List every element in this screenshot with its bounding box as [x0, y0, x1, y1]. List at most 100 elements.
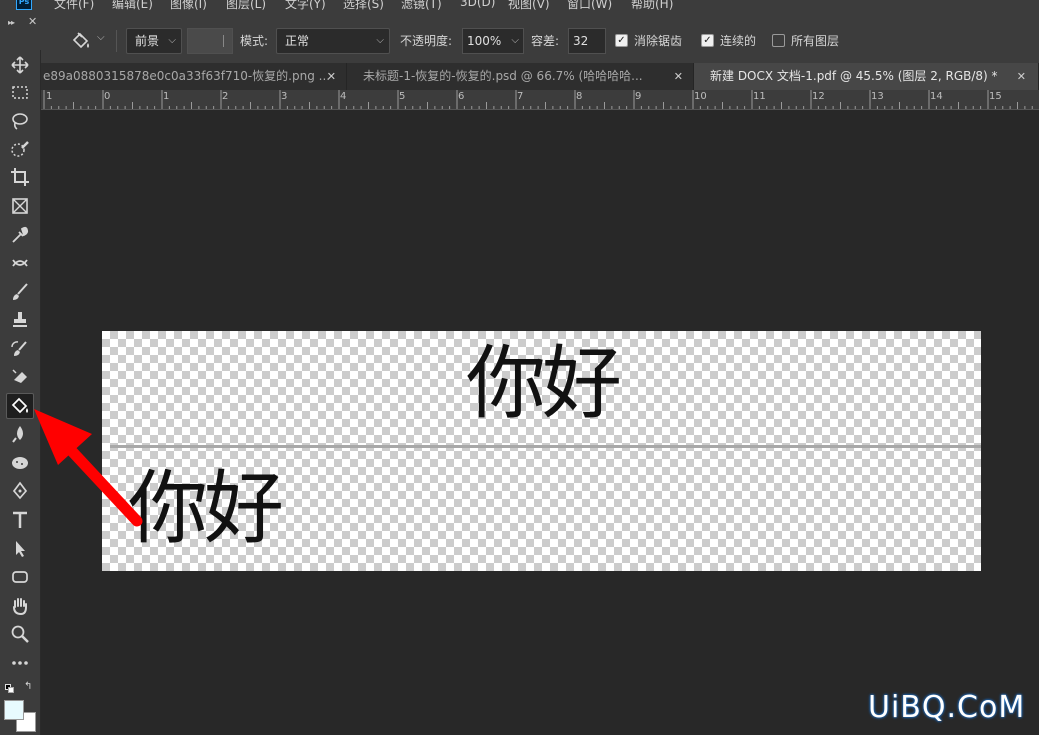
menu-layer[interactable]: 图层(L): [226, 0, 266, 12]
eraser-tool[interactable]: [6, 364, 34, 390]
menu-3d[interactable]: 3D(D): [460, 0, 495, 9]
menu-select[interactable]: 选择(S): [343, 0, 384, 12]
close-tab-icon[interactable]: ✕: [674, 63, 683, 90]
ruler-label: 8: [576, 91, 583, 102]
options-bar: ▸▸ ✕ ⌵ 前景 ⌵ 模式: 正常 ⌵ 不透明度: 100% ⌵ 容差: 32…: [0, 12, 1039, 65]
canvas-text-top: 你好: [466, 337, 622, 430]
history-brush-tool[interactable]: [6, 336, 34, 362]
all-layers-label: 所有图层: [791, 34, 840, 48]
opacity-value: 100%: [467, 34, 502, 48]
contiguous-checkbox[interactable]: ✓: [701, 34, 714, 47]
ruler-label: 15: [989, 91, 1002, 102]
tab-document-1[interactable]: e89a0880315878e0c0a33f63f710-恢复的.png ...…: [41, 63, 347, 90]
quick-selection-tool[interactable]: [6, 136, 34, 162]
menu-help[interactable]: 帮助(H): [631, 0, 673, 12]
canvas-divider-line: [110, 445, 981, 448]
menu-image[interactable]: 图像(I): [170, 0, 207, 12]
hand-icon: [13, 598, 27, 616]
path-selection-tool[interactable]: [6, 536, 34, 562]
tolerance-label: 容差:: [531, 34, 560, 48]
arrow-head: [34, 409, 92, 465]
tab-label: 新建 DOCX 文档-1.pdf @ 45.5% (图层 2, RGB/8) *: [710, 69, 998, 83]
eyedropper-tool[interactable]: [6, 222, 34, 248]
ruler-label: 13: [871, 91, 884, 102]
ruler-label: 7: [517, 91, 524, 102]
blur-tool[interactable]: [6, 421, 34, 447]
pattern-picker-caret: [223, 35, 229, 47]
ruler-label: 5: [399, 91, 406, 102]
pen-icon: [12, 481, 28, 500]
fill-source-select[interactable]: 前景 ⌵: [126, 28, 182, 54]
contiguous-label: 连续的: [720, 34, 757, 48]
history-brush-icon: [11, 341, 27, 356]
separator: [116, 30, 117, 52]
pattern-picker[interactable]: [187, 28, 233, 54]
tab-document-3[interactable]: 新建 DOCX 文档-1.pdf @ 45.5% (图层 2, RGB/8) *…: [694, 63, 1039, 90]
blend-mode-select[interactable]: 正常 ⌵: [276, 28, 390, 54]
close-tab-icon[interactable]: ✕: [327, 63, 336, 90]
blend-mode-value: 正常: [285, 34, 310, 48]
menu-file[interactable]: 文件(F): [54, 0, 94, 12]
sponge-tool[interactable]: [6, 450, 34, 476]
ruler-label: 3: [281, 91, 288, 102]
path-selection-icon: [16, 541, 25, 557]
healing-brush-icon: [12, 259, 28, 267]
hand-tool[interactable]: [6, 593, 34, 619]
document-canvas[interactable]: 你好 你好: [102, 331, 981, 571]
marquee-tool[interactable]: [6, 79, 34, 105]
frame-icon: [12, 198, 28, 214]
paint-bucket-tool[interactable]: [6, 393, 34, 419]
menu-window[interactable]: 窗口(W): [567, 0, 612, 12]
eyedropper-icon: [12, 226, 29, 243]
chevron-down-icon: ⌵: [168, 35, 176, 46]
close-tab-icon[interactable]: ✕: [1017, 63, 1026, 90]
paint-bucket-preset-icon[interactable]: [70, 30, 92, 52]
ruler-label: 6: [458, 91, 465, 102]
mode-label: 模式:: [240, 34, 269, 48]
tab-document-2[interactable]: 未标题-1-恢复的-恢复的.psd @ 66.7% (哈哈哈哈... ✕: [347, 63, 694, 90]
ruler-label: 14: [930, 91, 943, 102]
crop-tool[interactable]: [6, 164, 34, 190]
chevron-down-icon[interactable]: ⌵: [511, 29, 519, 53]
document-tabs: e89a0880315878e0c0a33f63f710-恢复的.png ...…: [41, 63, 1039, 90]
sponge-icon: [12, 457, 28, 469]
all-layers-checkbox[interactable]: [772, 34, 785, 47]
swap-colors-icon[interactable]: ↰: [24, 681, 32, 692]
ruler-label: 1: [46, 91, 53, 102]
pen-tool[interactable]: [6, 478, 34, 504]
close-panel-icon[interactable]: ✕: [28, 15, 37, 28]
default-colors-icon[interactable]: [5, 684, 14, 693]
menu-type[interactable]: 文字(Y): [285, 0, 326, 12]
antialias-checkbox[interactable]: ✓: [615, 34, 628, 47]
opacity-input[interactable]: 100% ⌵: [462, 28, 524, 54]
fill-source-value: 前景: [135, 34, 160, 48]
marquee-icon: [12, 86, 28, 99]
site-watermark: UiBQ.CoM: [868, 690, 1026, 725]
color-swatches: [4, 700, 38, 734]
blur-icon: [12, 426, 23, 443]
menu-view[interactable]: 视图(V): [508, 0, 550, 12]
collapse-panels-icon[interactable]: ▸▸: [8, 18, 15, 27]
frame-tool[interactable]: [6, 193, 34, 219]
menu-filter[interactable]: 滤镜(T): [401, 0, 442, 12]
move-tool[interactable]: [6, 52, 34, 78]
ruler-label: 10: [694, 91, 707, 102]
canvas-text-bottom: 你好: [128, 462, 284, 555]
healing-brush-tool[interactable]: [6, 250, 34, 276]
clone-stamp-tool[interactable]: [6, 307, 34, 333]
chevron-down-icon[interactable]: ⌵: [97, 32, 105, 43]
ruler-label: 9: [635, 91, 642, 102]
lasso-tool[interactable]: [6, 108, 34, 134]
horizontal-ruler[interactable]: 1 0 1 2 3 4 5 6 7 8 9 10 11 12 13 14 15: [41, 90, 1039, 110]
tolerance-input[interactable]: 32: [568, 28, 606, 54]
type-tool[interactable]: [6, 507, 34, 533]
menu-edit[interactable]: 编辑(E): [112, 0, 153, 12]
opacity-label: 不透明度:: [400, 34, 453, 48]
more-tools[interactable]: [6, 650, 34, 676]
rounded-rectangle-icon: [12, 571, 28, 583]
zoom-tool[interactable]: [6, 621, 34, 647]
lasso-icon: [12, 113, 28, 130]
foreground-color-swatch[interactable]: [4, 700, 24, 720]
shape-tool[interactable]: [6, 564, 34, 590]
brush-tool[interactable]: [6, 279, 34, 305]
